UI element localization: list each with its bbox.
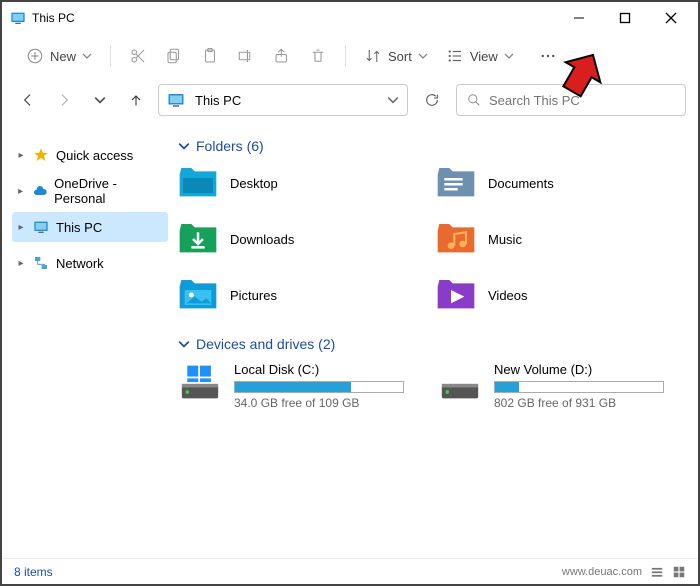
sidebar-item-quick-access[interactable]: ▸ Quick access: [12, 140, 168, 170]
trash-icon: [309, 47, 327, 65]
chevron-down-icon[interactable]: [387, 94, 399, 106]
folder-pictures[interactable]: Pictures: [178, 276, 426, 314]
documents-folder-icon: [436, 164, 476, 202]
sidebar-item-label: Quick access: [56, 148, 133, 163]
clipboard-icon: [201, 47, 219, 65]
back-button[interactable]: [14, 86, 42, 114]
search-icon: [467, 93, 481, 107]
this-pc-icon: [10, 10, 26, 26]
this-pc-icon: [32, 218, 50, 236]
copy-icon: [165, 47, 183, 65]
forward-button[interactable]: [50, 86, 78, 114]
watermark-text: www.deuac.com: [562, 566, 642, 578]
delete-button[interactable]: [303, 43, 333, 69]
rename-icon: [237, 47, 255, 65]
window-title: This PC: [32, 11, 556, 25]
chevron-down-icon: [178, 338, 190, 350]
chevron-right-icon[interactable]: ▸: [16, 186, 25, 197]
status-bar: 8 items www.deuac.com: [2, 558, 698, 584]
cloud-icon: [31, 182, 48, 200]
sidebar-item-label: Network: [56, 256, 104, 271]
paste-button[interactable]: [195, 43, 225, 69]
folder-downloads[interactable]: Downloads: [178, 220, 426, 258]
drive-local-c[interactable]: Local Disk (C:) 34.0 GB free of 109 GB: [178, 362, 424, 410]
group-header-folders[interactable]: Folders (6): [178, 138, 684, 154]
sort-button[interactable]: Sort: [358, 43, 434, 69]
star-icon: [32, 146, 50, 164]
drive-new-volume-d[interactable]: New Volume (D:) 802 GB free of 931 GB: [438, 362, 684, 410]
main-area: ▸ Quick access ▸ OneDrive - Personal ▸ T…: [2, 122, 698, 558]
recent-locations-button[interactable]: [86, 86, 114, 114]
content-pane: Folders (6) Desktop Documents Downloads …: [172, 122, 698, 558]
chevron-right-icon[interactable]: ▸: [16, 150, 26, 161]
capacity-bar: [234, 381, 404, 393]
sidebar-item-label: This PC: [56, 220, 102, 235]
command-bar: New Sort View: [2, 34, 698, 78]
separator: [345, 45, 346, 67]
pictures-folder-icon: [178, 276, 218, 314]
separator: [110, 45, 111, 67]
up-button[interactable]: [122, 86, 150, 114]
new-button[interactable]: New: [20, 43, 98, 69]
drive-icon: [438, 362, 482, 402]
os-drive-icon: [178, 362, 222, 402]
share-icon: [273, 47, 291, 65]
folder-music[interactable]: Music: [436, 220, 684, 258]
sidebar-item-this-pc[interactable]: ▸ This PC: [12, 212, 168, 242]
network-icon: [32, 254, 50, 272]
drive-name: Local Disk (C:): [234, 362, 424, 377]
maximize-button[interactable]: [602, 2, 648, 34]
sort-icon: [364, 47, 382, 65]
folder-videos[interactable]: Videos: [436, 276, 684, 314]
title-bar: This PC: [2, 2, 698, 34]
plus-circle-icon: [26, 47, 44, 65]
view-button[interactable]: View: [440, 43, 520, 69]
search-box[interactable]: [456, 84, 686, 116]
share-button[interactable]: [267, 43, 297, 69]
chevron-right-icon[interactable]: ▸: [16, 258, 26, 269]
close-button[interactable]: [648, 2, 694, 34]
chevron-right-icon[interactable]: ▸: [16, 222, 26, 233]
drive-free-text: 802 GB free of 931 GB: [494, 396, 684, 410]
more-button[interactable]: [532, 43, 564, 69]
music-folder-icon: [436, 220, 476, 258]
capacity-bar: [494, 381, 664, 393]
minimize-button[interactable]: [556, 2, 602, 34]
chevron-down-icon: [418, 51, 428, 61]
sidebar-item-label: OneDrive - Personal: [54, 176, 164, 206]
chevron-down-icon: [178, 140, 190, 152]
sidebar-item-network[interactable]: ▸ Network: [12, 248, 168, 278]
refresh-button[interactable]: [416, 92, 448, 108]
address-path: This PC: [195, 93, 387, 108]
folder-desktop[interactable]: Desktop: [178, 164, 426, 202]
downloads-folder-icon: [178, 220, 218, 258]
this-pc-icon: [167, 91, 185, 109]
search-input[interactable]: [489, 93, 675, 108]
sidebar-item-onedrive[interactable]: ▸ OneDrive - Personal: [12, 176, 168, 206]
status-item-count: 8 items: [14, 565, 53, 579]
drive-name: New Volume (D:): [494, 362, 684, 377]
desktop-folder-icon: [178, 164, 218, 202]
drive-free-text: 34.0 GB free of 109 GB: [234, 396, 424, 410]
copy-button[interactable]: [159, 43, 189, 69]
view-icon: [446, 47, 464, 65]
chevron-down-icon: [504, 51, 514, 61]
videos-folder-icon: [436, 276, 476, 314]
scissors-icon: [129, 47, 147, 65]
navigation-pane: ▸ Quick access ▸ OneDrive - Personal ▸ T…: [2, 122, 172, 558]
cut-button[interactable]: [123, 43, 153, 69]
group-header-drives[interactable]: Devices and drives (2): [178, 336, 684, 352]
thumbnails-view-icon[interactable]: [672, 565, 686, 579]
address-bar[interactable]: This PC: [158, 84, 408, 116]
rename-button[interactable]: [231, 43, 261, 69]
folder-documents[interactable]: Documents: [436, 164, 684, 202]
address-bar-row: This PC: [2, 78, 698, 122]
details-view-icon[interactable]: [650, 565, 664, 579]
chevron-down-icon: [82, 51, 92, 61]
ellipsis-icon: [538, 47, 558, 65]
